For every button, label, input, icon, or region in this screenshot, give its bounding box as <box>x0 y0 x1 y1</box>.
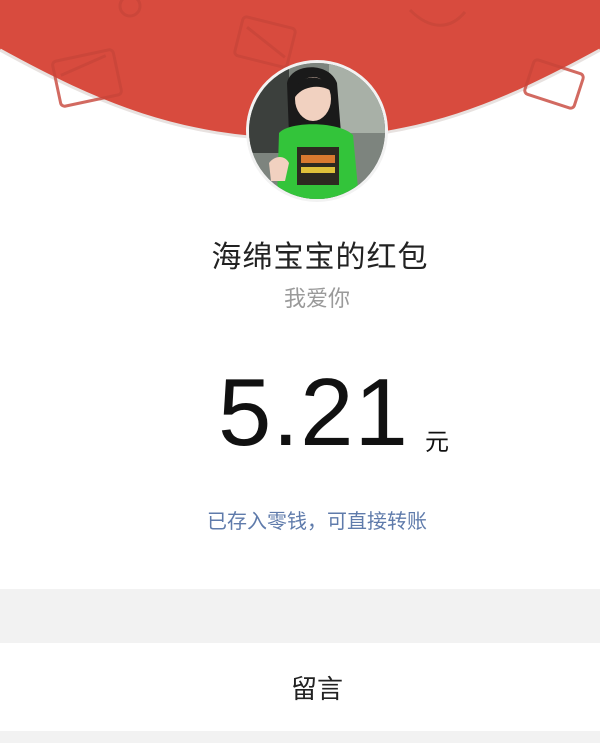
avatar-photo <box>249 63 385 199</box>
amount-unit: 元 <box>425 428 449 456</box>
message-label: 留言 <box>290 675 343 705</box>
amount-value: 5.21 <box>218 359 409 466</box>
section-divider <box>0 589 600 643</box>
bottom-divider <box>0 731 600 743</box>
sender-title: 海绵宝宝的红包 <box>211 240 429 275</box>
sender-avatar[interactable] <box>246 60 388 202</box>
amount-display: 5.21 元 <box>0 358 600 468</box>
greeting-message: 我爱你 <box>283 287 350 312</box>
message-button[interactable]: 留言 <box>0 643 600 731</box>
wallet-link[interactable]: 已存入零钱，可直接转账 <box>0 505 600 534</box>
